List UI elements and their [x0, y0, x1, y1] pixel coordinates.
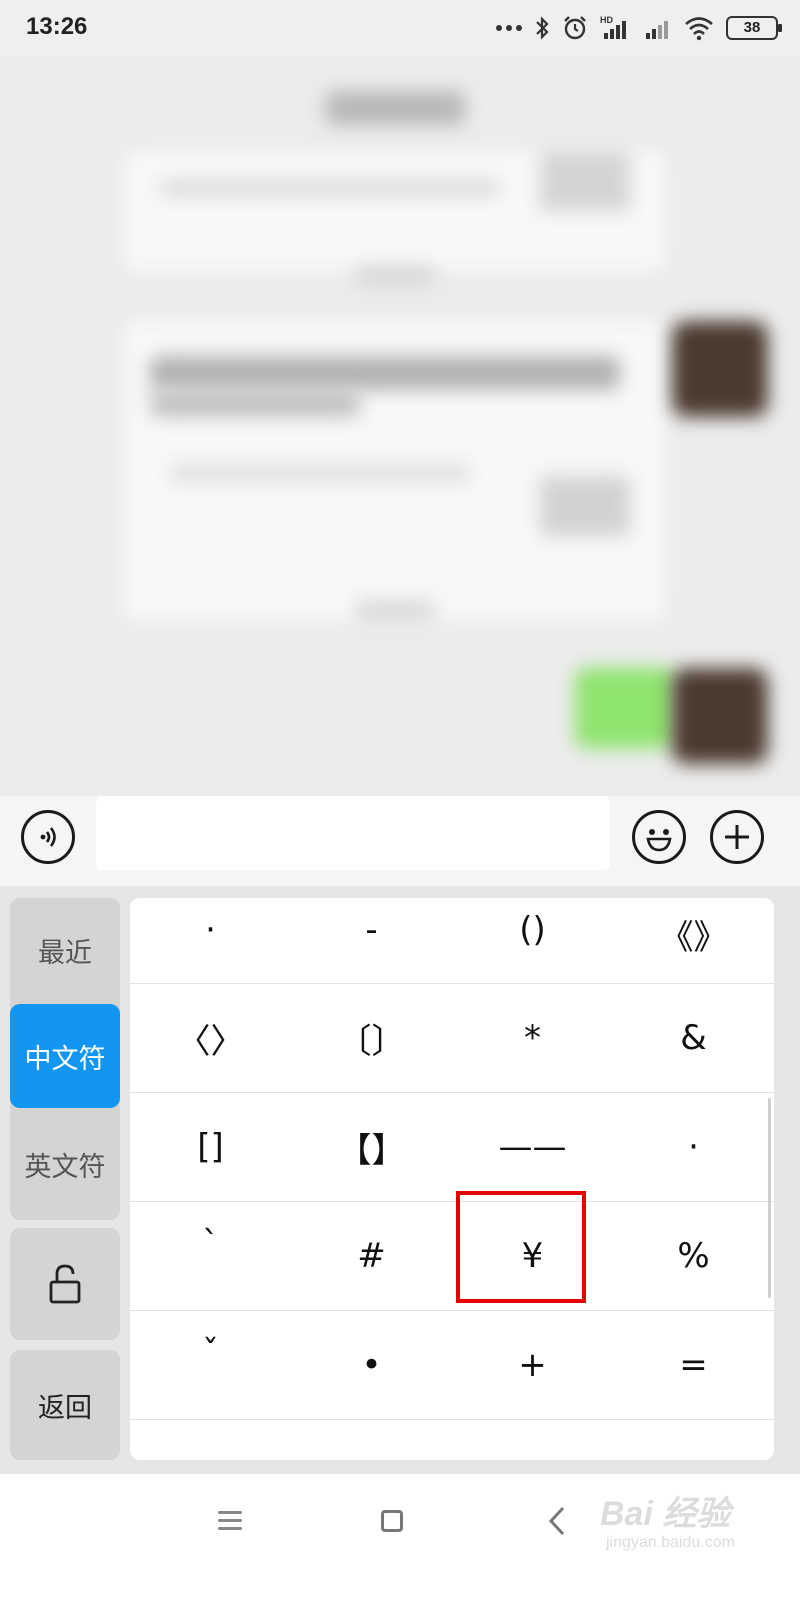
- bluetooth-icon: [536, 16, 549, 40]
- symbol-key[interactable]: %: [613, 1202, 774, 1310]
- watermark-brand: Bai 经验: [600, 1495, 731, 1533]
- watermark-logo: Bai 经验 jingyan.baidu.com: [600, 1486, 760, 1566]
- symbol-key[interactable]: &: [613, 984, 774, 1092]
- scrollbar[interactable]: [768, 1098, 771, 1298]
- symbol-key[interactable]: 〈〉: [130, 984, 291, 1092]
- blurred-text-line: [160, 181, 500, 195]
- symbol-key[interactable]: ·: [130, 898, 291, 983]
- watermark-url: jingyan.baidu.com: [606, 1534, 735, 1551]
- symbol-key[interactable]: •: [291, 1311, 452, 1419]
- navigation-bar: Bai 经验 jingyan.baidu.com: [0, 1474, 800, 1600]
- symbol-key-yen[interactable]: ¥: [452, 1202, 613, 1310]
- signal-icon: [646, 21, 668, 39]
- category-recent[interactable]: 最近: [10, 898, 120, 1002]
- status-bar: 13:26 HD 38: [0, 0, 800, 56]
- symbol-row: ˇ • + =: [130, 1311, 774, 1420]
- blurred-sent-bubble: [575, 668, 675, 748]
- symbol-key[interactable]: 〔〕: [291, 984, 452, 1092]
- avatar: [672, 668, 768, 764]
- status-time: 13:26: [26, 13, 88, 40]
- symbol-keyboard: 最近 中文符 英文符 返回 · - () 《》 〈〉 〔〕 * & [] 【】 …: [0, 886, 800, 1474]
- blurred-text-line: [170, 466, 470, 480]
- symbol-key[interactable]: 《》: [613, 898, 774, 983]
- svg-text:HD: HD: [600, 15, 613, 25]
- blurred-text-line: [150, 356, 620, 390]
- symbol-grid: · - () 《》 〈〉 〔〕 * & [] 【】 —— · ` # ¥ % ˇ…: [130, 898, 774, 1420]
- unlock-icon: [49, 1264, 81, 1304]
- alarm-icon: [564, 16, 586, 40]
- symbol-key[interactable]: #: [291, 1202, 452, 1310]
- menu-icon[interactable]: [218, 1508, 242, 1532]
- symbol-panel: · - () 《》 〈〉 〔〕 * & [] 【】 —— · ` # ¥ % ˇ…: [130, 898, 774, 1460]
- chat-input-bar: [0, 796, 800, 886]
- symbol-key[interactable]: =: [613, 1311, 774, 1419]
- symbol-key[interactable]: ·: [613, 1093, 774, 1201]
- blurred-text-line: [150, 391, 360, 417]
- category-chinese-symbols[interactable]: 中文符: [10, 1004, 120, 1108]
- emoji-button[interactable]: [632, 810, 686, 864]
- symbol-key[interactable]: *: [452, 984, 613, 1092]
- symbol-key[interactable]: `: [130, 1202, 291, 1310]
- symbol-key[interactable]: ˇ: [130, 1311, 291, 1419]
- blurred-thumbnail: [540, 151, 630, 211]
- symbol-key[interactable]: 【】: [291, 1093, 452, 1201]
- blurred-title: [325, 91, 465, 125]
- emoji-icon: [646, 829, 672, 852]
- blurred-thumbnail: [540, 476, 630, 536]
- message-input[interactable]: [96, 796, 610, 870]
- symbol-key[interactable]: -: [291, 898, 452, 983]
- symbol-key[interactable]: +: [452, 1311, 613, 1419]
- blurred-timestamp: [355, 266, 435, 286]
- category-english-symbols[interactable]: 英文符: [10, 1110, 120, 1218]
- hd-signal-icon: HD: [600, 15, 626, 39]
- symbol-key[interactable]: ——: [452, 1093, 613, 1201]
- blurred-timestamp: [355, 601, 435, 621]
- symbol-row: · - () 《》: [130, 898, 774, 984]
- battery-icon: 38: [726, 16, 782, 40]
- more-dots-icon: [496, 25, 522, 31]
- symbol-key[interactable]: (): [452, 898, 613, 983]
- symbol-row: 〈〉 〔〕 * &: [130, 984, 774, 1093]
- symbol-row: ` # ¥ %: [130, 1202, 774, 1311]
- symbol-row: [] 【】 —— ·: [130, 1093, 774, 1202]
- voice-button[interactable]: [21, 810, 75, 864]
- back-button[interactable]: 返回: [10, 1350, 120, 1460]
- status-icons: HD 38: [496, 12, 782, 44]
- voice-icon: [40, 827, 56, 847]
- plus-icon: [725, 825, 749, 849]
- wifi-icon: [685, 17, 713, 41]
- avatar: [672, 321, 768, 417]
- more-options-button[interactable]: [710, 810, 764, 864]
- home-icon[interactable]: [381, 1510, 403, 1532]
- back-icon[interactable]: [545, 1504, 569, 1538]
- symbol-key[interactable]: []: [130, 1093, 291, 1201]
- chat-area-blurred: [0, 56, 800, 796]
- lock-button[interactable]: [10, 1228, 120, 1340]
